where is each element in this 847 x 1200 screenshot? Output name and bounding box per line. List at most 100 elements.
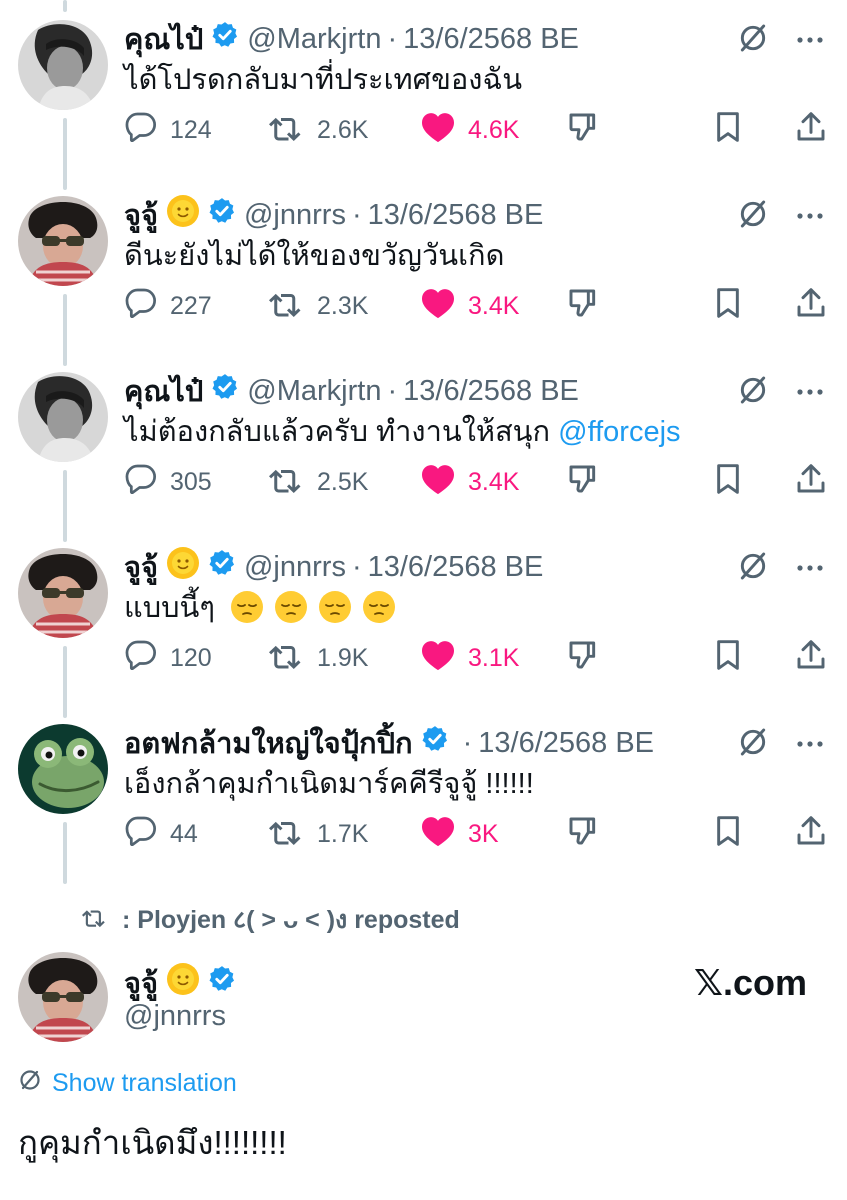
grok-icon[interactable] — [737, 726, 769, 763]
tweet-date[interactable]: 13/6/2568 BE — [403, 23, 579, 56]
bookmark-icon — [714, 287, 742, 326]
like-count: 3.4K — [468, 291, 520, 320]
tweet-date[interactable]: 13/6/2568 BE — [478, 727, 654, 760]
dislike-icon — [567, 287, 599, 326]
more-icon[interactable] — [795, 208, 825, 226]
dislike-icon — [567, 463, 599, 502]
reply-button[interactable]: 44 — [124, 812, 198, 856]
grok-icon[interactable] — [737, 198, 769, 235]
bookmark-button[interactable] — [714, 812, 742, 856]
grok-icon[interactable] — [737, 22, 769, 59]
dislike-button[interactable] — [567, 812, 599, 856]
tweet-date[interactable]: 13/6/2568 BE — [403, 375, 579, 408]
repost-banner-text[interactable]: : Ployjen ८( ˃ ᴗ ˂ )ง reposted — [122, 900, 460, 940]
main-author-handle[interactable]: @jnnrrs — [124, 1000, 226, 1033]
tweet[interactable]: คุณไป๋ @Markjrtn · 13/6/2568 BE ไม่ต้องกลับแ… — [0, 352, 847, 528]
like-count: 3.4K — [468, 467, 520, 496]
share-button[interactable] — [796, 284, 826, 328]
bookmark-button[interactable] — [714, 460, 742, 504]
repost-button[interactable]: 2.5K — [269, 460, 368, 504]
share-icon — [796, 287, 826, 326]
like-button[interactable]: 3.4K — [420, 284, 519, 328]
author-handle[interactable]: @jnnrrs — [244, 551, 346, 584]
like-button[interactable]: 3.1K — [420, 636, 519, 680]
translate-icon — [18, 1068, 42, 1099]
tweet-text: แบบนี้ๆ — [124, 586, 397, 638]
more-icon[interactable] — [795, 560, 825, 578]
show-translation-button[interactable]: Show translation — [18, 1068, 237, 1099]
avatar[interactable] — [18, 372, 108, 462]
author-name[interactable]: คุณไป๋ — [124, 368, 203, 414]
verified-icon — [211, 21, 239, 57]
separator-dot: · — [351, 550, 362, 583]
pensive-emoji-icon — [273, 589, 309, 638]
verified-icon — [208, 549, 236, 585]
reply-icon — [124, 640, 158, 677]
like-button[interactable]: 3.4K — [420, 460, 519, 504]
author-handle[interactable]: @Markjrtn — [247, 375, 381, 408]
more-icon[interactable] — [795, 32, 825, 50]
tweet-actions: 44 1.7K 3K — [124, 812, 827, 856]
dislike-icon — [567, 639, 599, 678]
author-name[interactable]: จูจู้ — [124, 192, 158, 238]
dislike-icon — [567, 815, 599, 854]
site-watermark: 𝕏.com — [694, 962, 808, 1003]
tweet[interactable]: จูจู้ @jnnrrs · 13/6/2568 BE แบบนี้ๆ 120 1.9K 3… — [0, 528, 847, 704]
repost-icon — [269, 640, 305, 677]
sun-emoji-icon — [166, 194, 200, 236]
more-icon[interactable] — [795, 384, 825, 402]
dislike-button[interactable] — [567, 284, 599, 328]
tweet-date[interactable]: 13/6/2568 BE — [368, 199, 544, 232]
tweet-header: จูจู้ @jnnrrs · 13/6/2568 BE — [124, 193, 543, 237]
tweet[interactable]: จูจู้ @jnnrrs · 13/6/2568 BE ดีนะยังไม่ได้ให… — [0, 176, 847, 352]
reply-icon — [124, 816, 158, 853]
tweet[interactable]: อตฟกล้ามใหญ่ใจปุ้กปิ้ก · 13/6/2568 BE เอ็งก… — [0, 704, 847, 880]
repost-icon — [269, 816, 305, 853]
tweet-top-actions — [737, 22, 825, 59]
like-button[interactable]: 4.6K — [420, 108, 519, 152]
separator-dot: · — [351, 198, 362, 231]
grok-icon[interactable] — [737, 550, 769, 587]
avatar[interactable] — [18, 548, 108, 638]
more-icon[interactable] — [795, 736, 825, 754]
tweet-text: ไม่ต้องกลับแล้วครับ ทำงานให้สนุก @fforce… — [124, 410, 681, 454]
author-handle[interactable]: @Markjrtn — [247, 23, 381, 56]
repost-button[interactable]: 2.3K — [269, 284, 368, 328]
mention-link[interactable]: @fforcejs — [558, 416, 680, 448]
reply-button[interactable]: 124 — [124, 108, 212, 152]
author-name[interactable]: อตฟกล้ามใหญ่ใจปุ้กปิ้ก — [124, 720, 413, 766]
share-button[interactable] — [796, 812, 826, 856]
reply-button[interactable]: 120 — [124, 636, 212, 680]
share-button[interactable] — [796, 108, 826, 152]
repost-button[interactable]: 1.7K — [269, 812, 368, 856]
author-name[interactable]: คุณไป๋ — [124, 16, 203, 62]
tweet[interactable]: คุณไป๋ @Markjrtn · 13/6/2568 BE ได้โปรดกลับม… — [0, 0, 847, 176]
bookmark-button[interactable] — [714, 284, 742, 328]
reply-count: 305 — [170, 467, 212, 496]
tweet-header: คุณไป๋ @Markjrtn · 13/6/2568 BE — [124, 369, 579, 413]
separator-dot: · — [387, 22, 398, 55]
show-translation-label: Show translation — [52, 1069, 237, 1097]
author-handle[interactable]: @jnnrrs — [244, 199, 346, 232]
like-button[interactable]: 3K — [420, 812, 499, 856]
tweet-date[interactable]: 13/6/2568 BE — [368, 551, 544, 584]
share-button[interactable] — [796, 636, 826, 680]
repost-button[interactable]: 2.6K — [269, 108, 368, 152]
dislike-button[interactable] — [567, 108, 599, 152]
avatar[interactable] — [18, 20, 108, 110]
bookmark-button[interactable] — [714, 108, 742, 152]
repost-button[interactable]: 1.9K — [269, 636, 368, 680]
reply-button[interactable]: 227 — [124, 284, 212, 328]
avatar[interactable] — [18, 724, 108, 814]
share-button[interactable] — [796, 460, 826, 504]
avatar[interactable] — [18, 196, 108, 286]
main-avatar[interactable] — [18, 952, 108, 1042]
grok-icon[interactable] — [737, 374, 769, 411]
dislike-button[interactable] — [567, 636, 599, 680]
reply-button[interactable]: 305 — [124, 460, 212, 504]
like-icon — [420, 111, 456, 150]
dislike-button[interactable] — [567, 460, 599, 504]
author-name[interactable]: จูจู้ — [124, 544, 158, 590]
repost-count: 1.9K — [317, 643, 369, 672]
bookmark-button[interactable] — [714, 636, 742, 680]
